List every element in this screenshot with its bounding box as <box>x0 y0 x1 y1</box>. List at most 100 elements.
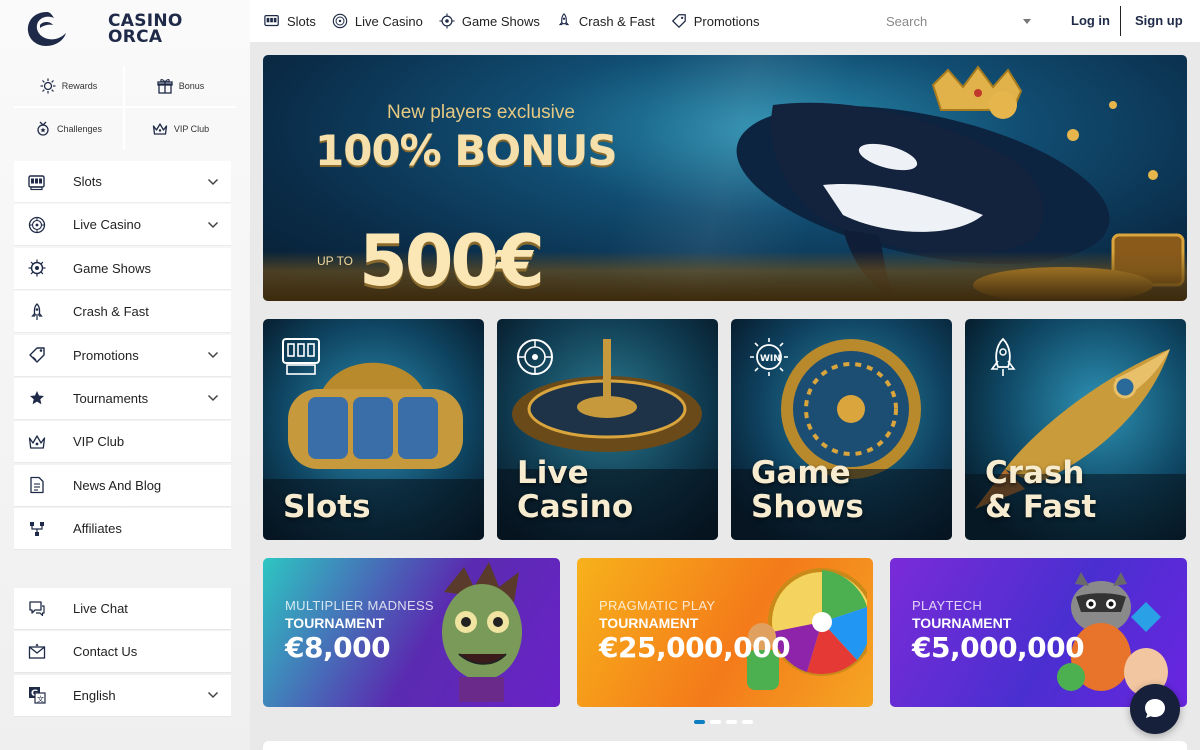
sidebar-item-language[interactable]: G文 English <box>14 674 231 716</box>
quick-link-challenges[interactable]: Challenges <box>14 108 125 150</box>
quick-link-label: Challenges <box>56 124 103 134</box>
hero-title: 100% BONUS <box>315 126 618 175</box>
rocket-icon <box>558 13 570 26</box>
chevron-down-icon[interactable] <box>207 349 219 361</box>
chevron-down-icon[interactable] <box>207 392 219 404</box>
slot-machine-icon <box>28 174 45 190</box>
sidebar-item-slots[interactable]: Slots <box>14 161 231 202</box>
category-tile-crash-fast[interactable]: Crash & Fast <box>965 319 1186 540</box>
live-chat-launcher[interactable] <box>1130 684 1180 734</box>
promo-card-playtech[interactable]: PLAYTECH TOURNAMENT €5,000,000 <box>890 558 1187 707</box>
chevron-down-icon[interactable] <box>207 689 219 701</box>
category-tile-live-casino[interactable]: Live Casino <box>497 319 718 540</box>
top-nav-label: Slots <box>287 13 316 29</box>
quick-link-rewards[interactable]: Rewards <box>14 66 125 108</box>
quick-link-vip-club[interactable]: VIP Club <box>125 108 236 150</box>
chat-icon <box>29 600 45 616</box>
carousel-dot[interactable] <box>726 720 737 724</box>
win-wheel-icon: WIN <box>750 338 788 376</box>
login-button[interactable]: Log in <box>1071 13 1110 28</box>
search-input[interactable]: Search <box>886 10 1032 32</box>
carousel-dot[interactable] <box>710 720 721 724</box>
language-icon: G文 <box>29 687 46 704</box>
wheel-icon <box>28 259 46 277</box>
top-nav-label: Crash & Fast <box>578 13 655 29</box>
sidebar-item-crash-fast[interactable]: Crash & Fast <box>14 291 231 333</box>
top-nav-label: Game Shows <box>461 13 540 29</box>
top-nav-live-casino[interactable]: Live Casino <box>332 13 423 29</box>
slot-machine-icon <box>264 15 279 27</box>
top-nav-promotions[interactable]: Promotions <box>671 13 760 29</box>
auth-divider <box>1120 6 1121 36</box>
sidebar-item-live-casino[interactable]: Live Casino <box>14 204 231 246</box>
promo-amount: €25,000,000 <box>599 631 791 664</box>
carousel-dot[interactable] <box>694 720 705 724</box>
wheel-icon <box>439 13 455 29</box>
network-icon <box>30 521 44 536</box>
brand-name: CASINO ORCA <box>108 13 183 47</box>
chevron-down-icon[interactable] <box>207 176 219 188</box>
brand-line-2: ORCA <box>108 27 163 47</box>
sidebar-bottom-nav: Live Chat Contact Us G文 English <box>14 588 231 718</box>
crown-icon <box>28 435 46 449</box>
chat-bubble-icon <box>1145 699 1165 718</box>
caret-down-icon[interactable] <box>1022 16 1032 26</box>
top-nav: Slots Live Casino Game Shows Crash & Fas… <box>264 13 776 29</box>
sidebar-item-label: Tournaments <box>73 390 149 406</box>
sidebar: CASINO ORCA Rewards Bonus Challenges VIP… <box>0 0 250 750</box>
hero-text: New players exclusive 100% BONUS UP TO 5… <box>315 102 635 301</box>
ticket-icon <box>671 14 686 28</box>
sidebar-item-vip-club[interactable]: VIP Club <box>14 421 231 463</box>
category-label: Live Casino <box>517 455 634 525</box>
slot-machine-icon <box>282 338 320 375</box>
promo-card-multiplier-madness[interactable]: MULTIPLIER MADNESS TOURNAMENT €8,000 <box>263 558 560 707</box>
rocket-icon <box>31 302 43 320</box>
trophy-icon <box>30 391 44 405</box>
quick-link-bonus[interactable]: Bonus <box>125 66 236 108</box>
promo-type: TOURNAMENT <box>599 615 699 631</box>
hero-banner[interactable]: New players exclusive 100% BONUS UP TO 5… <box>263 55 1187 301</box>
mail-icon <box>28 643 46 659</box>
crown-icon <box>152 123 167 135</box>
sidebar-item-label: News And Blog <box>73 477 162 493</box>
signup-button[interactable]: Sign up <box>1135 13 1183 28</box>
roulette-icon <box>517 339 553 375</box>
sidebar-item-contact-us[interactable]: Contact Us <box>14 631 231 673</box>
promo-card-pragmatic-play[interactable]: PRAGMATIC PLAY TOURNAMENT €25,000,000 <box>577 558 873 707</box>
carousel-dot[interactable] <box>742 720 753 724</box>
hero-amount: 500€ <box>359 220 545 301</box>
casino-logo[interactable]: CASINO ORCA <box>24 8 224 50</box>
content-card-peek <box>263 741 1187 750</box>
carousel-pagination <box>694 720 753 724</box>
sidebar-item-label: Live Chat <box>73 601 128 616</box>
category-label: Game Shows <box>751 455 864 525</box>
quick-link-label: Rewards <box>61 81 98 91</box>
quick-link-label: VIP Club <box>173 124 210 134</box>
sidebar-item-tournaments[interactable]: Tournaments <box>14 377 231 419</box>
category-label: Slots <box>283 489 371 525</box>
sidebar-item-label: Contact Us <box>73 644 138 660</box>
quick-link-label: Bonus <box>178 81 205 91</box>
sidebar-item-affiliates[interactable]: Affiliates <box>14 508 231 550</box>
sidebar-item-live-chat[interactable]: Live Chat <box>14 588 231 629</box>
category-tile-slots[interactable]: Slots <box>263 319 484 540</box>
rocket-icon <box>990 337 1016 376</box>
category-tile-game-shows[interactable]: WIN Game Shows <box>731 319 952 540</box>
top-nav-game-shows[interactable]: Game Shows <box>439 13 540 29</box>
sidebar-item-news-and-blog[interactable]: News And Blog <box>14 464 231 506</box>
chevron-down-icon[interactable] <box>207 219 219 231</box>
top-nav-label: Live Casino <box>354 13 423 29</box>
quick-links: Rewards Bonus Challenges VIP Club <box>14 66 236 150</box>
sidebar-item-label: Crash & Fast <box>73 304 149 320</box>
sidebar-item-game-shows[interactable]: Game Shows <box>14 247 231 289</box>
zombie-character-illustration <box>442 562 522 702</box>
top-nav-crash-fast[interactable]: Crash & Fast <box>556 13 655 29</box>
sidebar-item-label: Promotions <box>73 347 139 363</box>
search-placeholder: Search <box>886 13 928 29</box>
promo-amount: €5,000,000 <box>912 631 1085 664</box>
promo-type: TOURNAMENT <box>912 615 1012 631</box>
sidebar-item-promotions[interactable]: Promotions <box>14 334 231 376</box>
promo-provider: PRAGMATIC PLAY <box>599 598 716 613</box>
top-nav-slots[interactable]: Slots <box>264 13 316 29</box>
orca-logo-icon <box>27 12 67 46</box>
